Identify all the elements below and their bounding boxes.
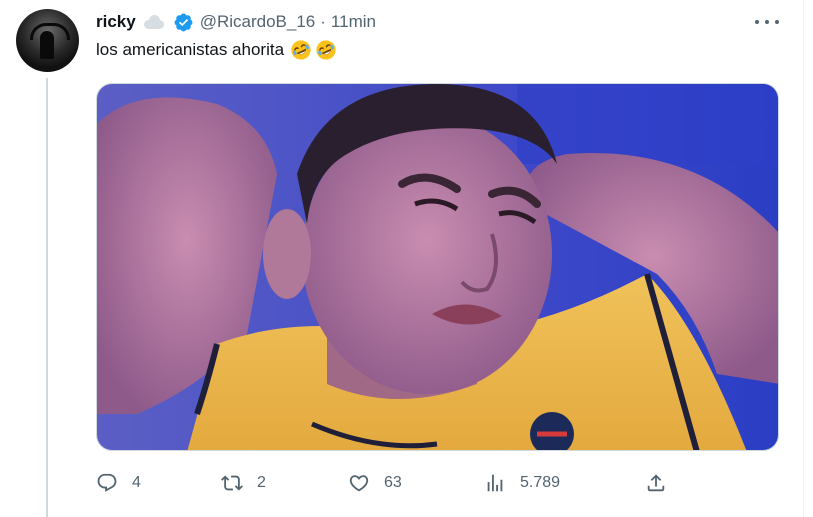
like-count: 63	[384, 474, 402, 491]
retweet-icon	[221, 475, 243, 491]
views-button[interactable]: 5.789	[484, 470, 560, 496]
share-button[interactable]	[645, 470, 667, 496]
tweet-time[interactable]: 11min	[331, 12, 376, 32]
like-icon	[349, 475, 369, 492]
reply-icon	[97, 473, 117, 492]
crying-fan-photo	[97, 84, 778, 450]
retweet-button[interactable]: 2	[221, 470, 266, 496]
like-button[interactable]: 63	[348, 470, 402, 496]
tweet-header: ricky @RicardoB_16 · 11min	[96, 10, 376, 34]
more-options-icon[interactable]	[755, 12, 779, 32]
author-handle[interactable]: @RicardoB_16	[200, 12, 316, 32]
tweet-photo[interactable]	[96, 83, 779, 451]
tweet[interactable]: ricky @RicardoB_16 · 11min los americani…	[0, 0, 804, 517]
verified-badge-icon[interactable]	[173, 12, 194, 33]
rolling-laughing-emoji-icon	[291, 40, 311, 60]
tweet-actions: 4 2 63 5.789	[96, 470, 676, 496]
tweet-text-body: los americanistas ahorita	[96, 40, 285, 59]
views-icon	[487, 474, 503, 492]
tweet-text: los americanistas ahorita	[96, 39, 337, 61]
avatar-figure	[40, 31, 54, 59]
author-name[interactable]: ricky	[96, 12, 136, 32]
rolling-laughing-emoji-icon	[316, 40, 336, 60]
views-count: 5.789	[520, 474, 561, 491]
cloud-icon	[142, 15, 166, 29]
reply-count: 4	[132, 474, 141, 491]
share-icon	[647, 474, 665, 492]
separator-dot: ·	[320, 12, 326, 31]
reply-button[interactable]: 4	[96, 470, 141, 496]
avatar[interactable]	[16, 9, 79, 72]
retweet-count: 2	[257, 474, 266, 491]
thread-line	[46, 78, 48, 517]
